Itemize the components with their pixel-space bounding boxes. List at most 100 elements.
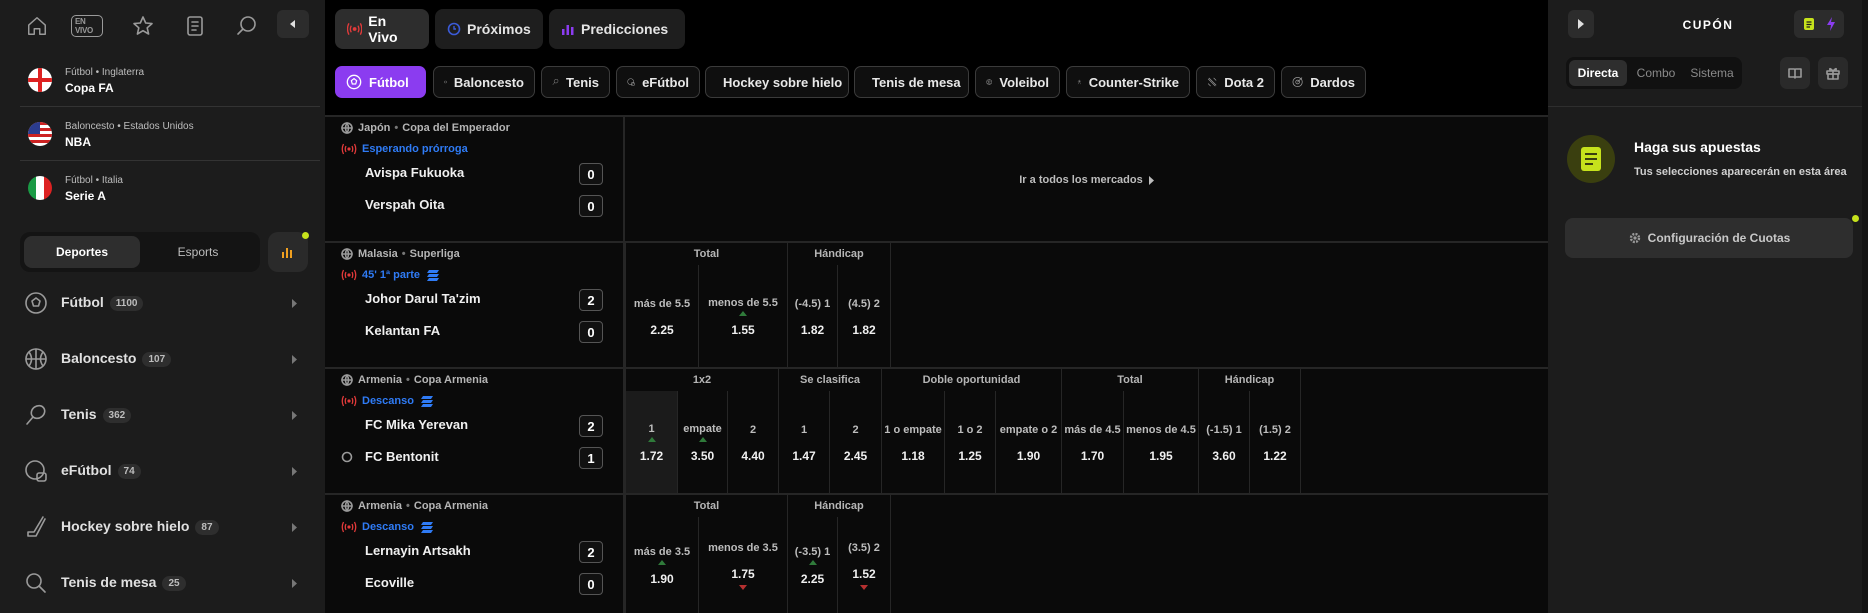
stream-icon (420, 522, 433, 533)
mode-sistema[interactable]: Sistema (1683, 60, 1741, 86)
gift-button[interactable] (1818, 57, 1848, 89)
chip-tenis-de-mesa[interactable]: Tenis de mesa (854, 66, 969, 98)
chip-baloncesto[interactable]: Baloncesto (433, 66, 535, 98)
odds-button[interactable]: menos de 3.5 1.75 (698, 517, 787, 613)
odds-button[interactable]: 1 1.72 (625, 391, 677, 495)
tab-en-vivo[interactable]: En Vivo (335, 9, 429, 49)
betslip-history-icon[interactable] (180, 10, 212, 42)
sidebar-item-tenis-de-mesa[interactable]: Tenis de mesa 25 (20, 555, 305, 611)
odds-button[interactable]: menos de 5.5 1.55 (698, 265, 787, 369)
live-icon (341, 521, 357, 533)
odds-divider (890, 517, 891, 613)
chip-dota-2[interactable]: Dota 2 (1196, 66, 1275, 98)
away-score: 0 (579, 321, 603, 343)
mode-combo[interactable]: Combo (1627, 60, 1685, 86)
chip-dardos[interactable]: Dardos (1281, 66, 1366, 98)
all-markets-link[interactable]: Ir a todos los mercados (625, 117, 1548, 243)
event-country: Japón (358, 122, 391, 134)
odds-button[interactable]: 1 o empate 1.18 (881, 391, 944, 495)
chip-futbol[interactable]: Fútbol (335, 66, 426, 98)
odds-button[interactable]: (-3.5) 1 2.25 (787, 517, 837, 613)
odds-value: 1.25 (958, 448, 982, 463)
lightning-icon[interactable] (1826, 17, 1836, 31)
event-row: Malasia • Superliga 45' 1ª parte Johor Dar… (325, 241, 1548, 369)
sidebar-item-tenis[interactable]: Tenis 362 (20, 387, 305, 443)
event-teams[interactable]: Descanso FC Mika Yerevan 2 FC Bentonit 1 (325, 391, 625, 495)
odds-button[interactable]: menos de 4.5 1.95 (1123, 391, 1198, 495)
favorite-league[interactable]: Fútbol • Inglaterra Copa FA (20, 54, 320, 108)
odds-button[interactable]: 2 4.40 (727, 391, 778, 495)
sidebar-item-futbol[interactable]: Fútbol 1100 (20, 275, 305, 331)
en-vivo-icon[interactable]: EN VIVO (71, 10, 103, 42)
odds-value: 1.55 (731, 323, 755, 337)
odds-button[interactable]: más de 5.5 2.25 (625, 265, 698, 369)
odds-label: más de 5.5 (633, 297, 691, 310)
favorite-name: NBA (65, 135, 91, 149)
tab-deportes[interactable]: Deportes (24, 236, 140, 268)
home-team: Johor Darul Ta'zim (365, 291, 481, 306)
event-teams[interactable]: Descanso Lernayin Artsakh 2 Ecoville 0 (325, 517, 625, 613)
odds-button[interactable]: (4.5) 2 1.82 (837, 265, 890, 369)
odds-value: 1.47 (792, 448, 816, 463)
tab-proximos[interactable]: Próximos (435, 9, 543, 49)
odds-button[interactable]: 1 1.47 (778, 391, 829, 495)
odds-button[interactable]: empate 3.50 (677, 391, 727, 495)
chip-tenis[interactable]: Tenis (541, 66, 610, 98)
odds-button[interactable]: empate o 2 1.90 (995, 391, 1061, 495)
odds-button[interactable]: 1 o 2 1.25 (944, 391, 995, 495)
star-icon[interactable] (127, 10, 159, 42)
tab-esports[interactable]: Esports (140, 236, 256, 268)
stats-button[interactable] (268, 232, 308, 272)
odds-button[interactable]: más de 4.5 1.70 (1061, 391, 1123, 495)
event-league-header: Malasia • Superliga (325, 243, 625, 265)
odds-button[interactable]: más de 3.5 1.90 (625, 517, 698, 613)
trend-up-icon (647, 437, 656, 442)
chip-hockey[interactable]: Hockey sobre hielo (705, 66, 849, 98)
sidebar-item-efutbol[interactable]: eFútbol 74 (20, 443, 305, 499)
market-group-title: Doble oportunidad (881, 369, 1061, 391)
odds-button[interactable]: (1.5) 2 1.22 (1249, 391, 1300, 495)
odds-button[interactable]: (-1.5) 1 3.60 (1198, 391, 1249, 495)
odds-button[interactable]: 2 2.45 (829, 391, 881, 495)
efootball-icon (627, 78, 635, 86)
chip-counter-strike[interactable]: Counter-Strike (1066, 66, 1190, 98)
event-league-header: Armenia • Copa Armenia (325, 369, 625, 391)
odds-label: menos de 3.5 (708, 542, 778, 554)
odds-button[interactable]: (-4.5) 1 1.82 (787, 265, 837, 369)
efootball-icon (25, 460, 47, 482)
status-text: Descanso (362, 395, 414, 407)
ticket-icon[interactable] (1803, 17, 1815, 31)
search-icon[interactable] (231, 10, 263, 42)
sport-count: 25 (162, 576, 186, 591)
chip-label: Baloncesto (453, 74, 524, 90)
favorite-league[interactable]: Fútbol • Italia Serie A (20, 162, 320, 216)
tab-predicciones[interactable]: Predicciones (549, 9, 685, 49)
event-teams[interactable]: 45' 1ª parte Johor Darul Ta'zim 2 Kelant… (325, 265, 625, 369)
chevron-right-icon (292, 523, 297, 532)
odds-value: 1.95 (1149, 448, 1173, 463)
sidebar-item-hockey[interactable]: Hockey sobre hielo 87 (20, 499, 305, 555)
chip-efutbol[interactable]: eFútbol (616, 66, 700, 98)
chip-voleibol[interactable]: Voleibol (975, 66, 1060, 98)
away-score: 0 (579, 195, 603, 217)
event-country: Armenia (358, 500, 403, 512)
favorite-league[interactable]: Baloncesto • Estados Unidos NBA (20, 108, 320, 162)
mode-directa[interactable]: Directa (1569, 60, 1627, 86)
globe-icon (341, 248, 353, 260)
collapse-sidebar-button[interactable] (277, 10, 309, 38)
odds-value: 3.60 (1212, 448, 1236, 463)
sidebar-item-baloncesto[interactable]: Baloncesto 107 (20, 331, 305, 387)
odds-settings-button[interactable]: Configuración de Cuotas (1565, 218, 1853, 258)
stream-icon (420, 396, 433, 407)
home-icon[interactable] (21, 10, 53, 42)
gift-icon (1826, 67, 1840, 80)
status-text: Descanso (362, 521, 414, 533)
clock-icon (447, 22, 461, 36)
odds-button[interactable]: (3.5) 2 1.52 (837, 517, 890, 613)
empty-betslip-icon (1567, 135, 1615, 183)
event-teams[interactable]: Esperando prórroga Avispa Fukuoka 0 Vers… (325, 139, 625, 243)
italy-flag-icon (28, 176, 52, 200)
booking-button[interactable] (1780, 57, 1810, 89)
page-scrollbar[interactable] (1862, 0, 1868, 613)
event-row: Armenia • Copa Armenia Descanso Lernayin A… (325, 493, 1548, 613)
